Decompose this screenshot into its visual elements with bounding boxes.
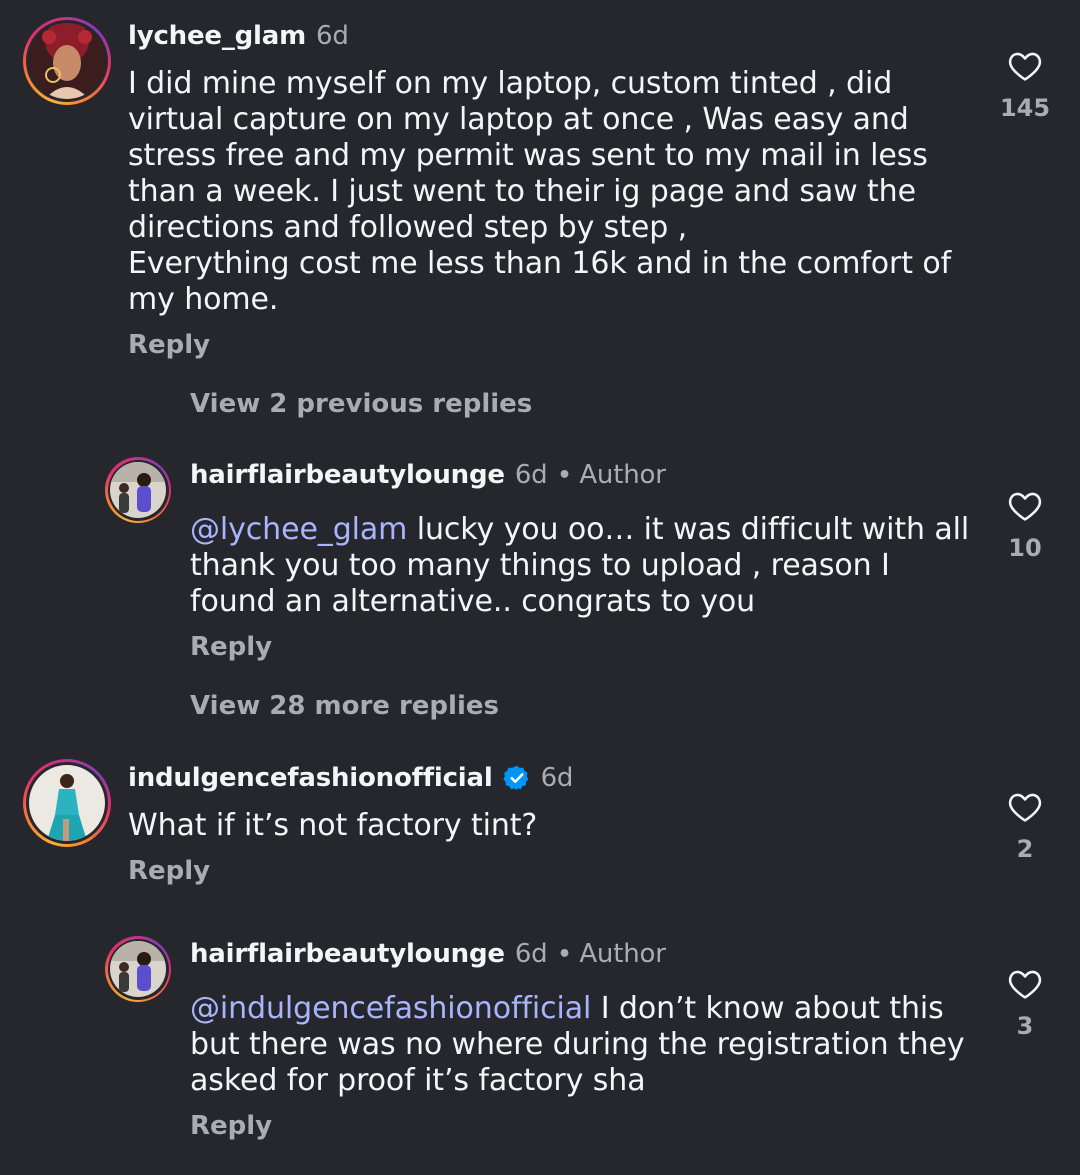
view-more-replies[interactable]: View 28 more replies — [190, 691, 499, 721]
like-button[interactable]: 2 — [985, 791, 1065, 863]
mention-link[interactable]: @indulgencefashionofficial — [190, 991, 591, 1026]
author-badge: Author — [579, 939, 666, 969]
username[interactable]: hairflairbeautylounge — [190, 460, 505, 490]
username[interactable]: indulgencefashionofficial — [128, 763, 493, 793]
like-button[interactable]: 10 — [985, 490, 1065, 562]
heart-outline-icon — [1008, 490, 1042, 526]
avatar[interactable] — [23, 759, 111, 847]
reply-button[interactable]: Reply — [128, 856, 210, 886]
comment-header: indulgencefashionofficial 6d — [128, 763, 573, 793]
like-count: 145 — [999, 94, 1051, 122]
comment-header: hairflairbeautylounge 6d • Author — [190, 939, 666, 969]
username[interactable]: lychee_glam — [128, 21, 306, 51]
heart-outline-icon — [1008, 791, 1042, 827]
like-button[interactable]: 3 — [985, 968, 1065, 1040]
author-badge: Author — [579, 460, 666, 490]
heart-outline-icon — [1008, 968, 1042, 1004]
view-previous-replies[interactable]: View 2 previous replies — [190, 389, 532, 419]
comment-text: I did mine myself on my laptop, custom t… — [128, 66, 952, 317]
heart-outline-icon — [1008, 50, 1042, 86]
like-count: 10 — [1008, 534, 1042, 562]
username[interactable]: hairflairbeautylounge — [190, 939, 505, 969]
like-count: 2 — [1016, 835, 1034, 863]
like-count: 3 — [1016, 1012, 1034, 1040]
comment-text: What if it’s not factory tint? — [128, 808, 538, 843]
avatar[interactable] — [23, 17, 111, 105]
avatar[interactable] — [105, 457, 171, 523]
separator-dot: • — [557, 462, 572, 488]
timestamp: 6d — [514, 939, 548, 969]
timestamp: 6d — [316, 21, 349, 51]
comment-header: lychee_glam 6d — [128, 21, 349, 51]
reply-button[interactable]: Reply — [190, 1111, 272, 1141]
comment-text: @indulgencefashionofficial I don’t know … — [190, 991, 980, 1099]
timestamp: 6d — [514, 460, 548, 490]
avatar[interactable] — [105, 936, 171, 1002]
verified-badge-icon — [502, 764, 531, 792]
like-button[interactable]: 145 — [985, 50, 1065, 122]
comment-header: hairflairbeautylounge 6d • Author — [190, 460, 666, 490]
reply-button[interactable]: Reply — [190, 632, 272, 662]
mention-link[interactable]: @lychee_glam — [190, 512, 407, 547]
reply-button[interactable]: Reply — [128, 330, 210, 360]
timestamp: 6d — [540, 763, 574, 793]
comment-text: @lychee_glam lucky you oo… it was diffic… — [190, 512, 980, 620]
separator-dot: • — [557, 941, 572, 967]
